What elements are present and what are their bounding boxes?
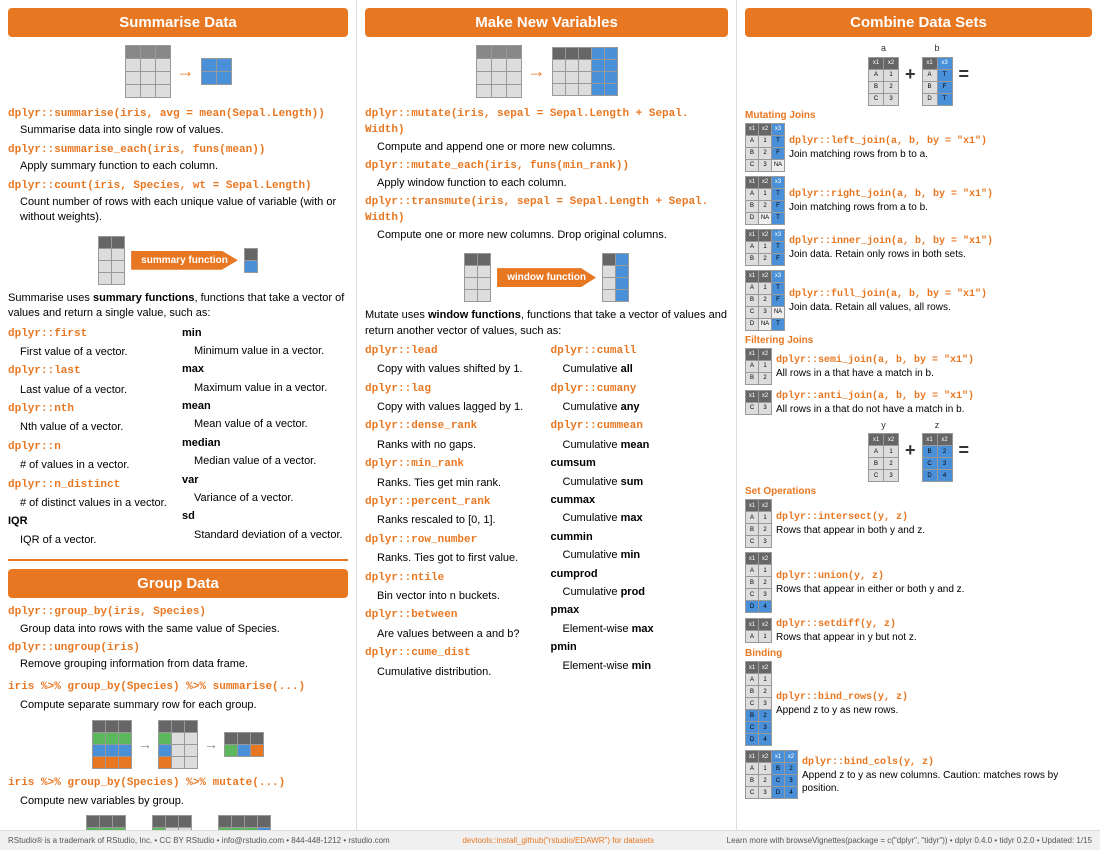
combine-header: Combine Data Sets — [745, 8, 1092, 37]
summarise-func2: dplyr::summarise_each(iris, funs(mean)) — [8, 142, 348, 158]
group-func2: dplyr::ungroup(iris) — [8, 640, 348, 656]
make-new-func2: dplyr::mutate_each(iris, funs(min_rank)) — [365, 158, 728, 174]
footer-middle: devtools::install_github("rstudio/EDAWR"… — [462, 836, 654, 845]
window-function-diagram: window function — [365, 253, 728, 302]
summarise-funcs-right: min Minimum value in a vector. max Maxim… — [182, 326, 348, 552]
anti-join-row: x1x2 C3 dplyr::anti_join(a, b, by = "x1"… — [745, 389, 1092, 416]
group-pipe2: iris %>% group_by(Species) %>% mutate(..… — [8, 775, 348, 791]
make-new-header: Make New Variables — [365, 8, 728, 37]
summarise-header: Summarise Data — [8, 8, 348, 37]
summarise-paragraph: Summarise uses summary functions, functi… — [8, 291, 348, 322]
make-new-func1-desc: Compute and append one or more new colum… — [365, 140, 728, 155]
group-pipe2-desc: Compute new variables by group. — [8, 794, 348, 809]
make-new-func2-desc: Apply window function to each column. — [365, 176, 728, 191]
filtering-joins-label: Filtering Joins — [745, 335, 1092, 346]
binding-label: Binding — [745, 648, 1092, 659]
arrow-icon-2: → — [528, 61, 546, 82]
make-new-paragraph: Mutate uses window functions, functions … — [365, 308, 728, 339]
mutating-joins-label: Mutating Joins — [745, 110, 1092, 121]
combine-top-diagram: a x1x2 A1 B2 C3 + b x1x3 AT BF DT = — [745, 43, 1092, 106]
window-func-arrow: window function — [497, 268, 596, 287]
union-row: x1x2 A1 B2 C3 D4 dplyr::union(y, z) Rows… — [745, 552, 1092, 613]
summarise-funcs: dplyr::first First value of a vector. dp… — [8, 326, 348, 552]
make-new-diagram: → — [365, 45, 728, 98]
summarise-func3-desc: Count number of rows with each unique va… — [8, 195, 348, 226]
summarise-funcs-left: dplyr::first First value of a vector. dp… — [8, 326, 174, 552]
left-join-row: x1x2x3 A1T B2F C3NA dplyr::left_join(a, … — [745, 123, 1092, 172]
set-operations-label: Set Operations — [745, 486, 1092, 497]
bind-rows-row: x1x2 A1 B2 C3 B2 C3 D4 dplyr::bind_rows(… — [745, 661, 1092, 746]
group-header: Group Data — [8, 569, 348, 598]
semi-join-row: x1x2 A1 B2 dplyr::semi_join(a, b, by = "… — [745, 348, 1092, 385]
summary-function-diagram: summary function — [8, 236, 348, 285]
make-new-func1: dplyr::mutate(iris, sepal = Sepal.Length… — [365, 106, 728, 139]
summarise-func2-desc: Apply summary function to each column. — [8, 159, 348, 174]
summarise-func3: dplyr::count(iris, Species, wt = Sepal.L… — [8, 178, 348, 194]
summarise-func1-desc: Summarise data into single row of values… — [8, 123, 348, 138]
group-pipe1-desc: Compute separate summary row for each gr… — [8, 698, 348, 713]
right-join-row: x1x2x3 A1T B2F DNAT dplyr::right_join(a,… — [745, 176, 1092, 225]
group-summarise-diagram: → → — [8, 720, 348, 769]
bind-cols-row: x1x2x1x2 A1B2 B2C3 C3D4 dplyr::bind_cols… — [745, 750, 1092, 799]
summary-func-arrow: summary function — [131, 251, 238, 270]
make-new-func3-desc: Compute one or more new columns. Drop or… — [365, 228, 728, 243]
window-funcs: dplyr::lead Copy with values shifted by … — [365, 343, 728, 683]
footer-left: RStudio® is a trademark of RStudio, Inc.… — [8, 836, 390, 845]
footer: RStudio® is a trademark of RStudio, Inc.… — [0, 830, 1100, 850]
inner-join-row: x1x2x3 A1T B2F dplyr::inner_join(a, b, b… — [745, 229, 1092, 266]
group-func2-desc: Remove grouping information from data fr… — [8, 657, 348, 672]
group-mutate-diagram: → → — [8, 815, 348, 830]
summarise-func1: dplyr::summarise(iris, avg = mean(Sepal.… — [8, 106, 348, 122]
window-funcs-left: dplyr::lead Copy with values shifted by … — [365, 343, 543, 683]
intersect-row: x1x2 A1 B2 C3 dplyr::intersect(y, z) Row… — [745, 499, 1092, 548]
set-ops-diagram: y x1x2 A1 B2 C3 + z x1x2 B2 C3 D4 = — [745, 420, 1092, 483]
group-func1: dplyr::group_by(iris, Species) — [8, 604, 348, 620]
group-pipe1: iris %>% group_by(Species) %>% summarise… — [8, 679, 348, 695]
make-new-func3: dplyr::transmute(iris, sepal = Sepal.Len… — [365, 194, 728, 227]
window-funcs-right: dplyr::cumall Cumulative all dplyr::cuma… — [551, 343, 729, 683]
group-func1-desc: Group data into rows with the same value… — [8, 622, 348, 637]
summarise-diagram: → — [8, 45, 348, 98]
footer-right: Learn more with browseVignettes(package … — [727, 836, 1092, 845]
arrow-icon: → — [177, 61, 195, 82]
setdiff-row: x1x2 A1 dplyr::setdiff(y, z) Rows that a… — [745, 617, 1092, 644]
full-join-row: x1x2x3 A1T B2F C3NA DNAT dplyr::full_joi… — [745, 270, 1092, 331]
